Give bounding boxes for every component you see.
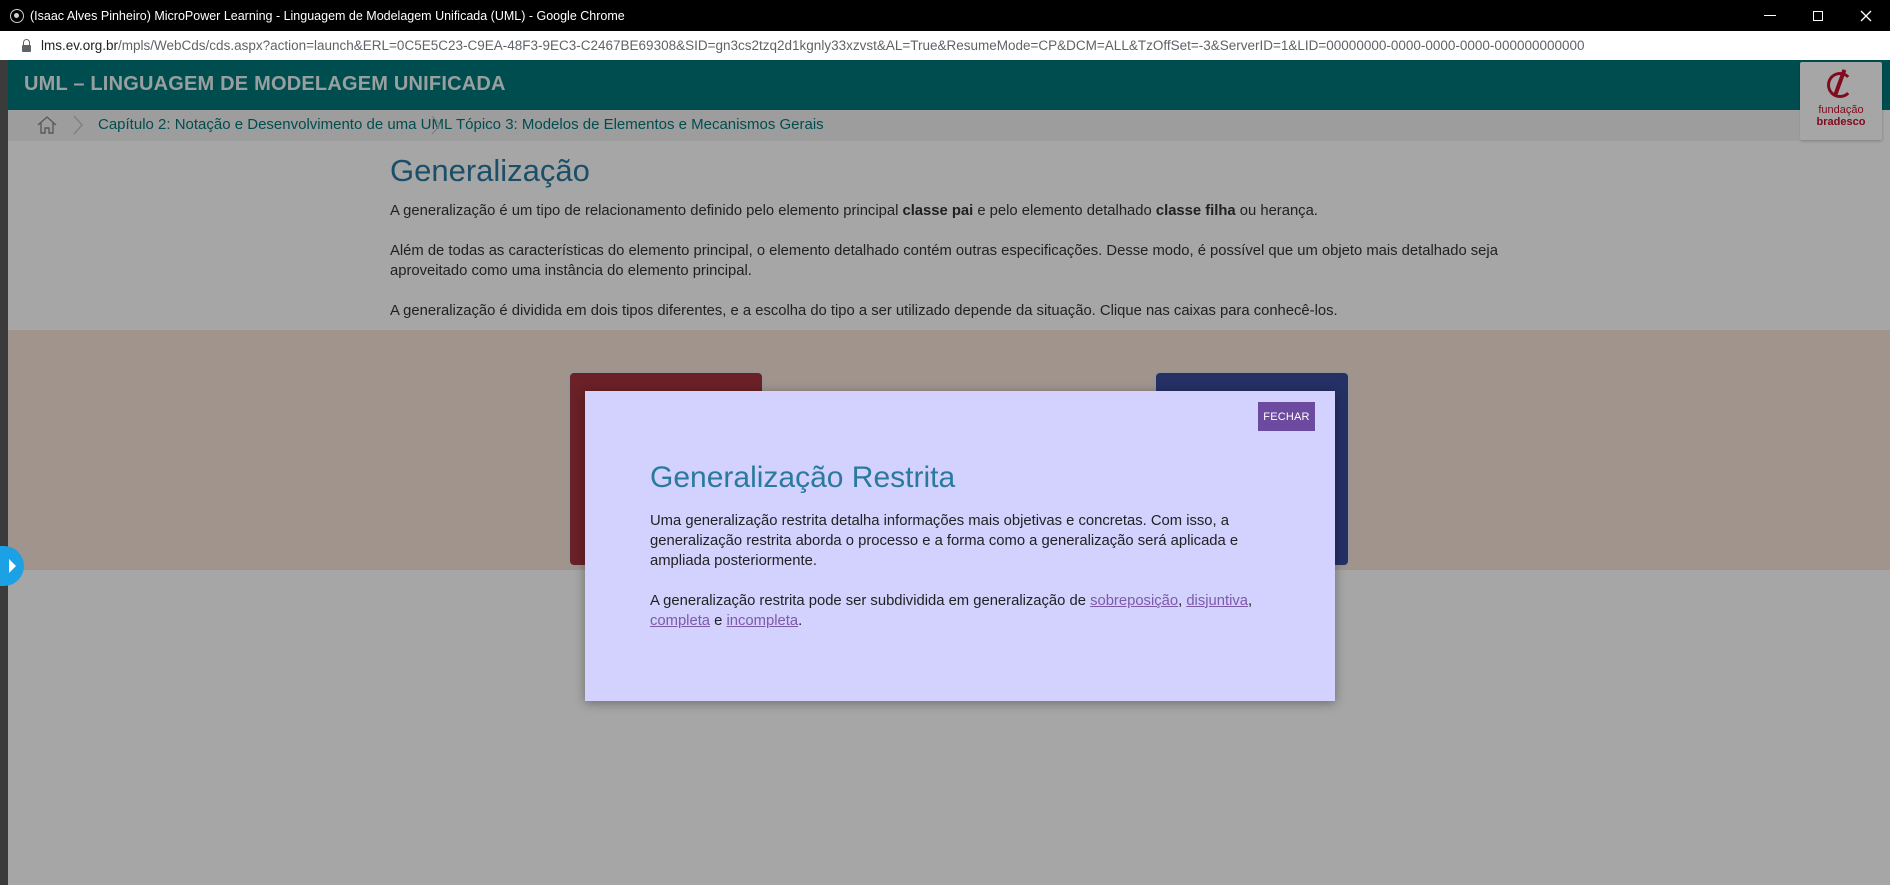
close-button[interactable]: FECHAR xyxy=(1258,402,1315,431)
url-host: lms.ev.org.br xyxy=(41,38,119,53)
modal-title: Generalização Restrita xyxy=(650,461,956,494)
minimize-icon[interactable] xyxy=(1746,0,1794,31)
url-path: /mpls/WebCds/cds.aspx?action=launch&ERL=… xyxy=(118,38,1585,53)
window-title: (Isaac Alves Pinheiro) MicroPower Learni… xyxy=(30,8,625,23)
text: , xyxy=(1248,593,1253,609)
link-completa[interactable]: completa xyxy=(650,613,710,629)
lock-icon xyxy=(22,39,31,52)
address-bar[interactable]: lms.ev.org.br/mpls/WebCds/cds.aspx?actio… xyxy=(0,31,1890,61)
text: . xyxy=(798,613,803,629)
link-sobreposicao[interactable]: sobreposição xyxy=(1090,593,1178,609)
chrome-icon xyxy=(10,8,24,23)
link-incompleta[interactable]: incompleta xyxy=(727,613,799,629)
browser-title-bar: (Isaac Alves Pinheiro) MicroPower Learni… xyxy=(0,0,1890,31)
close-icon[interactable] xyxy=(1842,0,1890,31)
left-edge-strip xyxy=(0,60,8,885)
window-controls xyxy=(1746,0,1890,31)
modal-dialog: FECHAR Generalização Restrita Uma genera… xyxy=(585,391,1335,701)
maximize-icon[interactable] xyxy=(1794,0,1842,31)
text: A generalização restrita pode ser subdiv… xyxy=(650,593,1091,609)
modal-paragraph-2: A generalização restrita pode ser subdiv… xyxy=(650,591,1270,631)
link-disjuntiva[interactable]: disjuntiva xyxy=(1186,593,1248,609)
text: e xyxy=(710,613,727,629)
modal-paragraph-1: Uma generalização restrita detalha infor… xyxy=(650,513,1239,569)
